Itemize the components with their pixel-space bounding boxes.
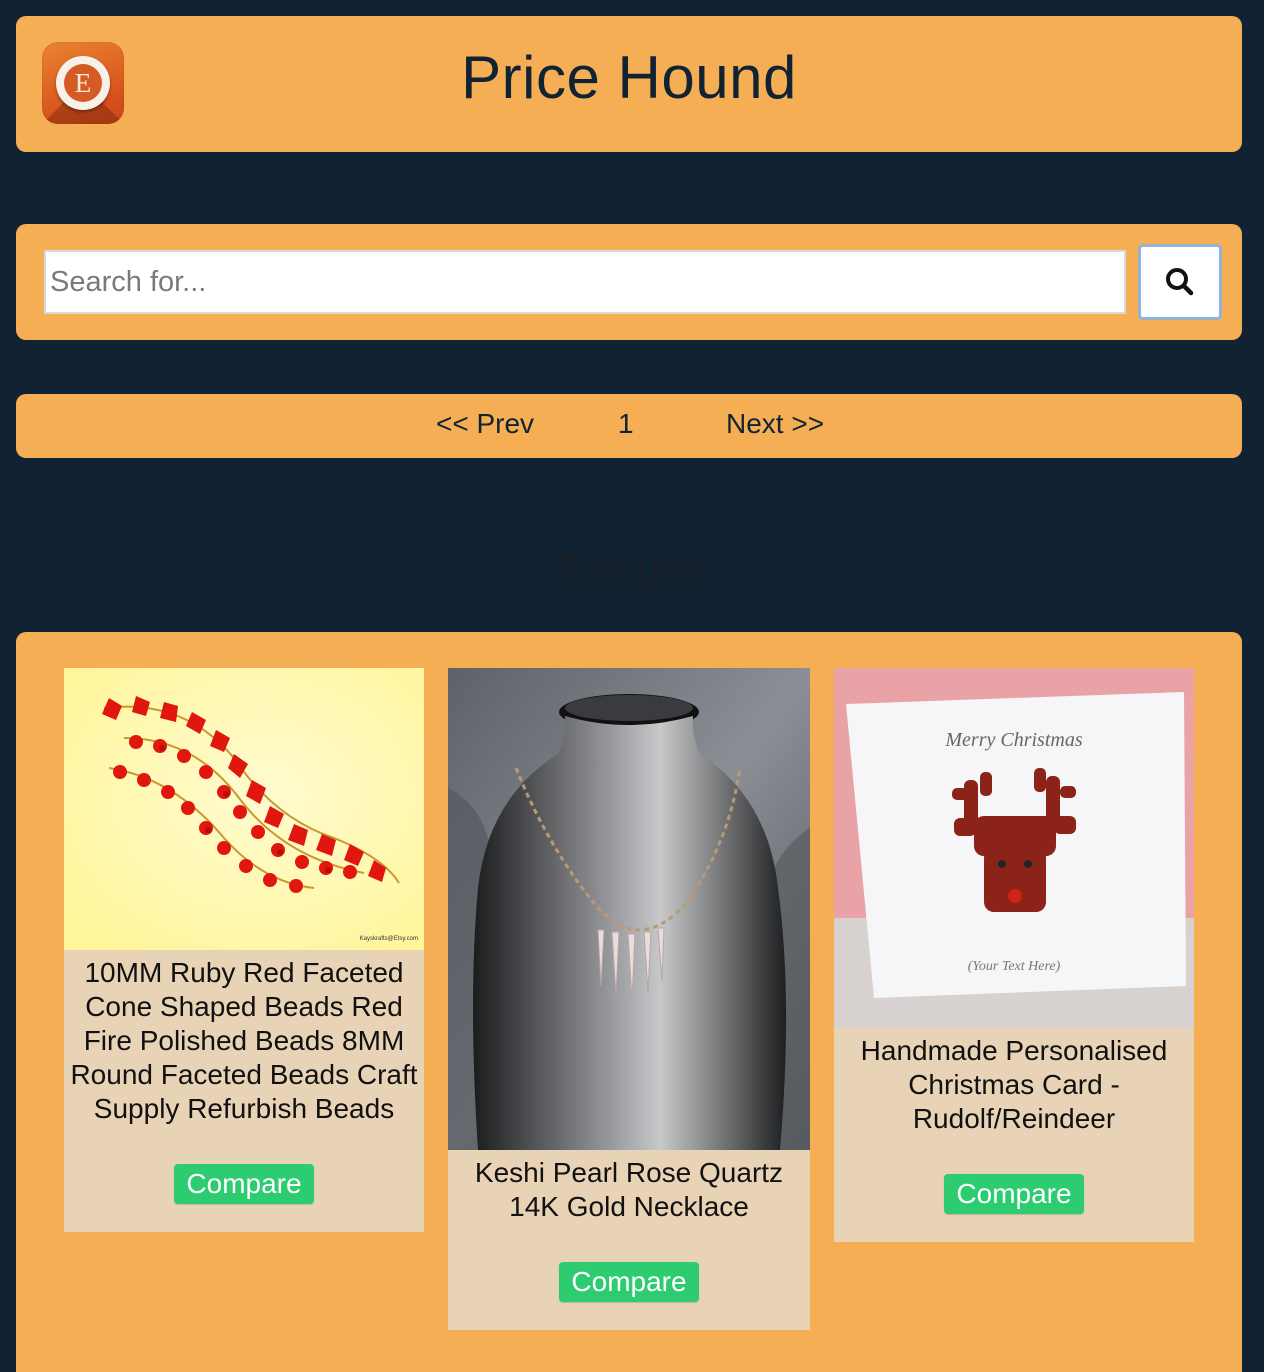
product-card: Keshi Pearl Rose Quartz 14K Gold Necklac… (448, 668, 810, 1330)
product-name: Keshi Pearl Rose Quartz 14K Gold Necklac… (474, 1157, 784, 1222)
compare-button[interactable]: Compare (174, 1164, 314, 1204)
search-input[interactable] (44, 250, 1126, 314)
compare-button[interactable]: Compare (559, 1262, 699, 1302)
product-image-necklace[interactable] (448, 668, 810, 1150)
page-title: Price Hound (461, 44, 797, 111)
product-image-card[interactable]: Merry Christmas (Your Text Here) (834, 668, 1194, 1028)
results-grid: Kayskrafts@Etsy.com 10MM Ruby Red Facete… (16, 632, 1242, 1372)
card-greeting-text: Merry Christmas (944, 729, 1082, 751)
header-bar: E Price Hound (16, 16, 1242, 152)
necklace-image (448, 668, 810, 1150)
product-name: 10MM Ruby Red Faceted Cone Shaped Beads … (70, 957, 418, 1124)
results-heading: Results (558, 547, 706, 596)
current-page-number: 1 (618, 408, 634, 439)
card-placeholder-text: (Your Text Here) (968, 959, 1061, 974)
christmas-card-image: Merry Christmas (Your Text Here) (834, 668, 1194, 1028)
prev-page-link[interactable]: << Prev (436, 394, 534, 458)
product-card: Merry Christmas (Your Text Here) Handmad… (834, 668, 1194, 1242)
search-bar (16, 224, 1242, 340)
beads-image: Kayskrafts@Etsy.com (64, 668, 424, 950)
image-watermark: Kayskrafts@Etsy.com (360, 936, 418, 942)
product-name: Handmade Personalised Christmas Card - R… (860, 1035, 1168, 1134)
product-image-beads[interactable]: Kayskrafts@Etsy.com (64, 668, 424, 950)
search-icon (1166, 268, 1194, 296)
search-button[interactable] (1138, 244, 1222, 320)
next-page-link[interactable]: Next >> (726, 394, 824, 458)
product-card: Kayskrafts@Etsy.com 10MM Ruby Red Facete… (64, 668, 424, 1232)
pagination: << Prev 1 Next >> (16, 394, 1242, 458)
compare-button[interactable]: Compare (944, 1174, 1084, 1214)
